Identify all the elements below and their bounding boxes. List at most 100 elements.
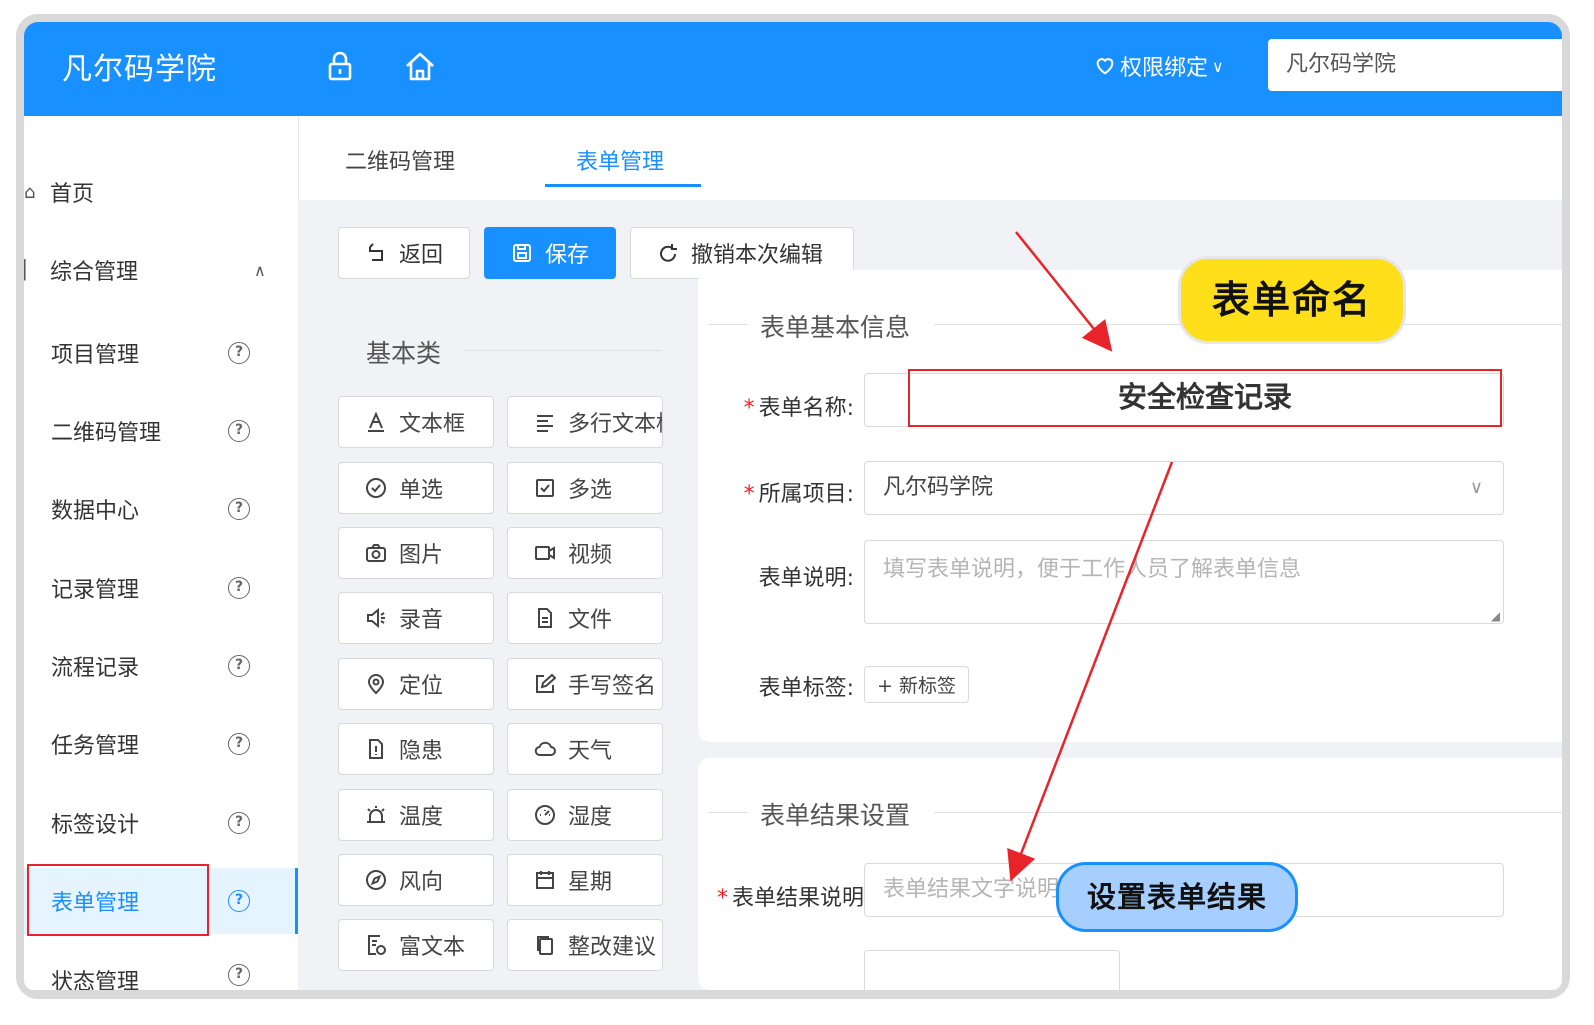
sidebar: ⌂ 首页 ▏ 综合管理 ∧ 项目管理? 二维码管理? 数据中心? 记录管理? 流… — [24, 116, 298, 990]
chevron-up-icon: ∧ — [254, 260, 266, 280]
file-icon — [534, 607, 556, 629]
palette-item-label: 温度 — [399, 805, 444, 830]
help-icon[interactable]: ? — [228, 733, 250, 755]
sidebar-item-workflow[interactable]: 流程记录? — [24, 638, 298, 694]
resize-handle-icon[interactable]: ◢ — [1491, 609, 1500, 623]
palette-item[interactable]: 星期 — [507, 854, 663, 906]
help-icon[interactable]: ? — [228, 577, 250, 599]
palette-item-label: 湿度 — [568, 805, 613, 830]
sidebar-group-general[interactable]: ▏ 综合管理 ∧ — [24, 254, 298, 286]
align-left-icon — [534, 411, 556, 433]
palette-item-label: 图片 — [399, 543, 444, 568]
palette-item[interactable]: 定位 — [338, 658, 494, 710]
form-description-textarea[interactable]: 填写表单说明，便于工作人员了解表单信息 ◢ — [864, 540, 1504, 624]
form-name-label: * 表单名称: — [743, 396, 854, 421]
palette-item[interactable]: 隐患 — [338, 723, 494, 775]
help-icon[interactable]: ? — [228, 342, 250, 364]
hazard-file-icon — [365, 738, 387, 760]
palette-item[interactable]: 视频 — [507, 527, 663, 579]
form-name-value[interactable]: 安全检查记录 — [908, 369, 1502, 427]
palette-item[interactable]: 多选 — [507, 462, 663, 514]
undo-icon — [660, 244, 677, 262]
palette-item[interactable]: 多行文本框 — [507, 396, 663, 448]
sidebar-item-records[interactable]: 记录管理? — [24, 560, 298, 616]
sidebar-item-status[interactable]: 状态管理? — [24, 964, 298, 990]
palette-item[interactable]: 风向 — [338, 854, 494, 906]
help-icon[interactable]: ? — [228, 655, 250, 677]
text-a-icon — [365, 411, 387, 433]
lock-icon[interactable] — [322, 48, 358, 84]
palette-item-label: 手写签名 — [568, 674, 657, 699]
home-icon[interactable] — [402, 48, 438, 84]
sidebar-item-tasks[interactable]: 任务管理? — [24, 716, 298, 772]
cloud-icon — [534, 738, 556, 760]
sidebar-item-data-center[interactable]: 数据中心? — [24, 481, 298, 537]
palette-item-label: 多行文本框 — [568, 412, 662, 437]
palette-section-title: 基本类 — [366, 339, 442, 368]
checkbox-icon — [534, 477, 556, 499]
palette-item-label: 风向 — [399, 870, 444, 895]
chevron-down-icon: ∨ — [1469, 477, 1483, 498]
form-basic-title: 表单基本信息 — [760, 313, 911, 342]
palette-item[interactable]: 富文本 — [338, 919, 494, 971]
copy-icon — [534, 934, 556, 956]
palette-item-label: 整改建议 — [568, 935, 657, 960]
help-icon[interactable]: ? — [228, 420, 250, 442]
edit-icon — [534, 673, 556, 695]
help-icon[interactable]: ? — [228, 812, 250, 834]
chevron-down-icon: ∨ — [1212, 56, 1224, 76]
form-tags-label: 表单标签: — [758, 676, 854, 701]
sidebar-item-home[interactable]: ⌂ 首页 — [24, 176, 94, 208]
heart-icon — [1096, 58, 1114, 75]
tab-active-indicator — [545, 184, 701, 187]
form-project-select[interactable]: 凡尔码学院 ∨ — [864, 461, 1504, 515]
form-result-label: * 表单结果说明 — [716, 886, 864, 911]
palette-item[interactable]: 文件 — [507, 592, 663, 644]
form-result-extra-field[interactable] — [864, 950, 1120, 990]
palette-item[interactable]: 文本框 — [338, 396, 494, 448]
callout-result-setting: 设置表单结果 — [1056, 862, 1298, 932]
palette-item[interactable]: 天气 — [507, 723, 663, 775]
undo-label: 撤销本次编辑 — [691, 243, 824, 268]
form-result-title: 表单结果设置 — [760, 801, 911, 830]
back-button[interactable]: 返回 — [338, 227, 470, 279]
palette-item[interactable]: 手写签名 — [507, 658, 663, 710]
palette-item[interactable]: 单选 — [338, 462, 494, 514]
project-select[interactable]: 凡尔码学院 — [1268, 39, 1562, 91]
permission-label: 权限绑定 — [1120, 56, 1209, 81]
radio-check-icon — [365, 477, 387, 499]
palette-item-label: 录音 — [399, 608, 444, 633]
project-select-value: 凡尔码学院 — [883, 475, 994, 500]
tab-form-management[interactable]: 表单管理 — [576, 144, 664, 176]
sidebar-item-labels[interactable]: 标签设计? — [24, 795, 298, 851]
palette-item-label: 多选 — [568, 478, 613, 503]
sidebar-item-projects[interactable]: 项目管理? — [24, 325, 298, 381]
help-icon[interactable]: ? — [228, 498, 250, 520]
palette-item[interactable]: 湿度 — [507, 789, 663, 841]
add-tag-button[interactable]: + 新标签 — [864, 666, 969, 703]
save-label: 保存 — [545, 243, 590, 268]
help-icon[interactable]: ? — [228, 890, 250, 912]
sidebar-group-label: 综合管理 — [50, 260, 139, 285]
sidebar-item-qrcodes[interactable]: 二维码管理? — [24, 403, 298, 459]
calendar-icon — [534, 869, 556, 891]
palette-item[interactable]: 图片 — [338, 527, 494, 579]
palette-item[interactable]: 温度 — [338, 789, 494, 841]
top-header: 凡尔码学院 权限绑定 ∨ 凡尔码学院 — [24, 22, 1562, 116]
palette-item[interactable]: 整改建议 — [507, 919, 663, 971]
palette-item-label: 文件 — [568, 608, 613, 633]
help-icon[interactable]: ? — [228, 964, 250, 986]
brand-title: 凡尔码学院 — [62, 52, 217, 87]
palette-item[interactable]: 录音 — [338, 592, 494, 644]
tab-qrcode-management[interactable]: 二维码管理 — [345, 144, 455, 176]
home-icon: ⌂ — [24, 181, 36, 203]
sidebar-item-label: 二维码管理 — [51, 421, 162, 446]
permission-dropdown[interactable]: 权限绑定 ∨ — [1094, 50, 1224, 82]
sidebar-item-label: 任务管理 — [51, 734, 140, 759]
palette-item-label: 单选 — [399, 478, 444, 503]
camera-icon — [365, 542, 387, 564]
location-icon — [365, 673, 387, 695]
save-button[interactable]: 保存 — [484, 227, 616, 279]
section-divider — [708, 812, 748, 813]
tab-bar: 二维码管理 表单管理 — [298, 116, 1562, 200]
